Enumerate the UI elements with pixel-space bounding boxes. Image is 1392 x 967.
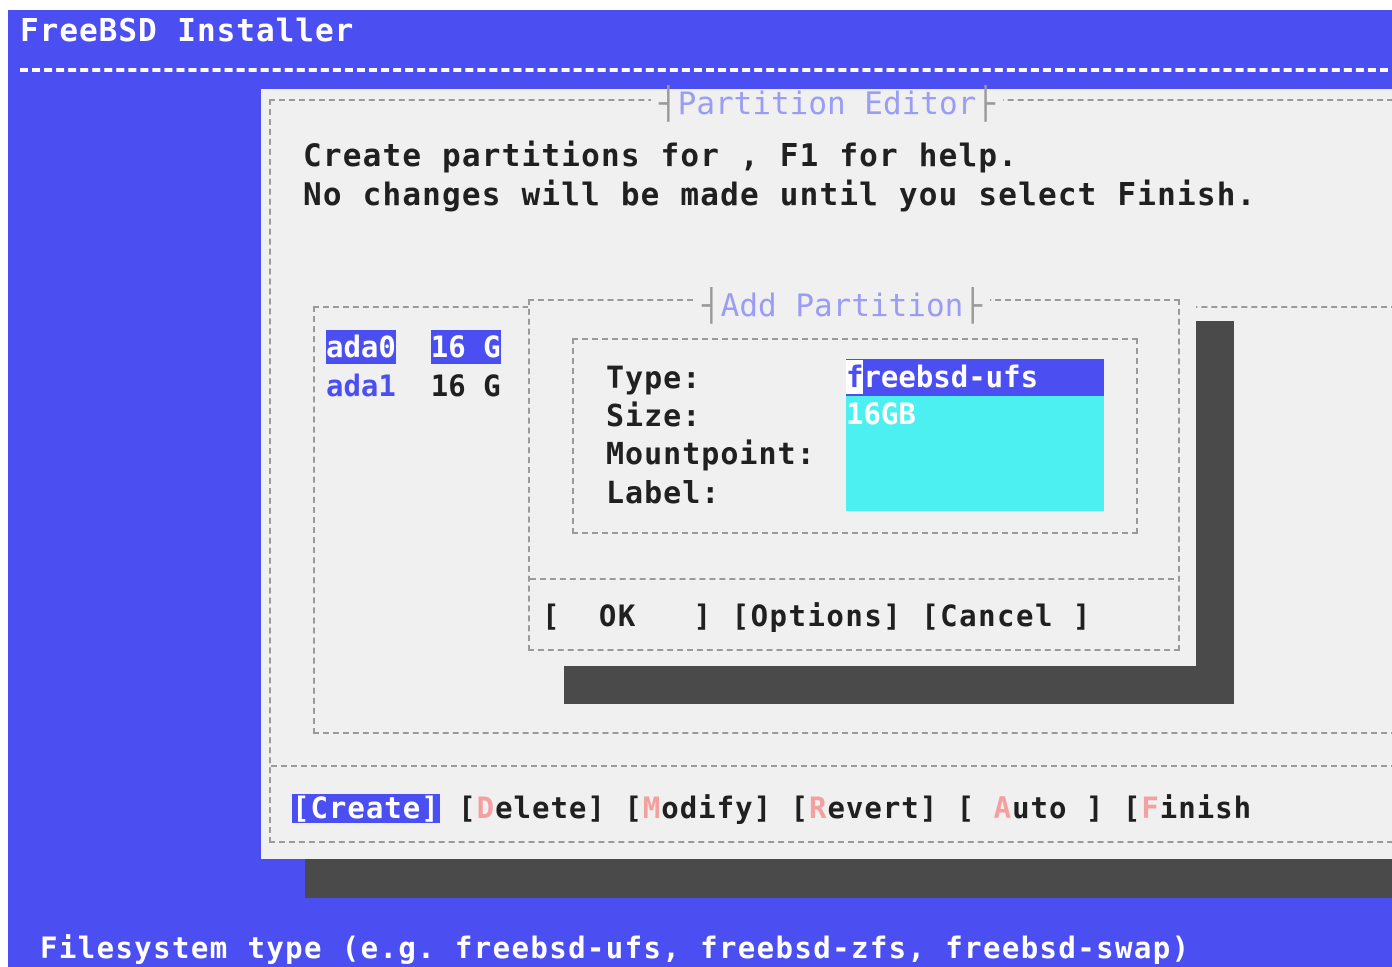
disk-row-ada1[interactable]: ada1 16 G xyxy=(326,372,501,401)
mountpoint-label: Mountpoint: xyxy=(606,437,816,472)
label-label: Label: xyxy=(606,476,721,511)
title-divider xyxy=(20,68,1392,72)
sub-button-divider xyxy=(530,578,1174,580)
add-partition-shadow-right xyxy=(1196,321,1234,704)
options-button[interactable]: [Options] xyxy=(732,602,903,631)
add-partition-title: ┤Add Partition├ xyxy=(694,291,990,322)
size-label: Size: xyxy=(606,399,702,434)
installer-screen: FreeBSD Installer ┤Partition Editor├ Cre… xyxy=(8,10,1392,967)
disk-name: ada1 xyxy=(326,369,396,403)
form-fields: freebsd-ufs 16GB xyxy=(846,359,1104,511)
size-field[interactable]: 16GB xyxy=(846,396,1104,433)
cancel-button[interactable]: [Cancel ] xyxy=(921,602,1092,631)
editor-button-row: [Create] [Delete] [Modify] [Revert] [ Au… xyxy=(292,794,1252,823)
type-field[interactable]: freebsd-ufs xyxy=(846,359,1104,396)
editor-message-line2: No changes will be made until you select… xyxy=(303,177,1257,213)
ok-button[interactable]: [ OK ] xyxy=(542,602,713,631)
status-help-text: Filesystem type (e.g. freebsd-ufs, freeb… xyxy=(40,931,1191,965)
mountpoint-field[interactable] xyxy=(846,434,1104,471)
button-divider xyxy=(271,765,1392,767)
disk-size: 16 G xyxy=(430,369,501,403)
installer-title: FreeBSD Installer xyxy=(20,13,355,49)
partition-editor-title: ┤Partition Editor├ xyxy=(651,89,1003,120)
dialog-shadow xyxy=(305,858,1392,898)
disk-size: 16 G xyxy=(430,330,501,364)
revert-button[interactable]: [Revert] xyxy=(791,794,939,823)
delete-button[interactable]: [Delete] xyxy=(458,794,606,823)
editor-message-line1: Create partitions for , F1 for help. xyxy=(303,138,1019,174)
type-field-value: reebsd-ufs xyxy=(863,360,1039,394)
partition-editor-title-text: Partition Editor xyxy=(677,86,977,122)
finish-button[interactable]: [Finish xyxy=(1123,794,1252,823)
label-field[interactable] xyxy=(846,472,1104,509)
add-partition-dialog: ┤Add Partition├ Type: Size: Mountpoint: … xyxy=(528,291,1196,666)
auto-button[interactable]: [ Auto ] xyxy=(957,794,1105,823)
add-partition-button-row: [ OK ] [Options] [Cancel ] xyxy=(542,602,1092,631)
add-partition-title-text: Add Partition xyxy=(720,288,964,324)
add-partition-shadow-bottom xyxy=(564,666,1234,704)
text-cursor: f xyxy=(846,360,864,394)
disk-row-ada0[interactable]: ada0 16 G xyxy=(326,330,501,364)
disk-name: ada0 xyxy=(326,330,396,364)
type-label: Type: xyxy=(606,361,702,396)
create-button[interactable]: [Create] xyxy=(292,794,440,823)
modify-button[interactable]: [Modify] xyxy=(624,794,772,823)
